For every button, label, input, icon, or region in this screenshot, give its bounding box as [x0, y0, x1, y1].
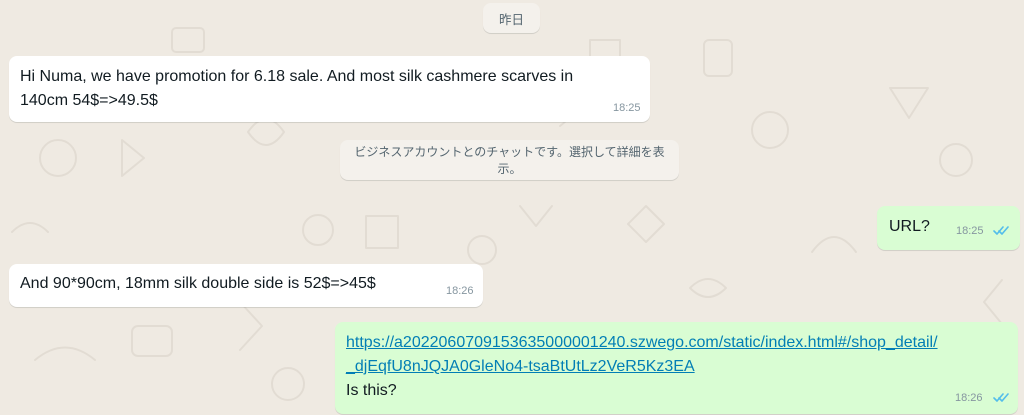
message-timestamp: 18:25 — [613, 102, 641, 114]
outgoing-message-bubble[interactable]: https://a2022060709153635000001240.szweg… — [335, 322, 1018, 414]
double-check-icon — [993, 393, 1009, 402]
message-text: URL? — [889, 218, 930, 235]
shop-detail-link-continuation[interactable]: _djEqfU8nJQJA0GleNo4-tsaBtUtLz2VeR5Kz3EA — [346, 355, 695, 379]
incoming-message-bubble[interactable]: And 90*90cm, 18mm silk double side is 52… — [9, 264, 483, 307]
message-text: Is this? — [346, 382, 397, 399]
message-text-line: Hi Numa, we have promotion for 6.18 sale… — [20, 68, 574, 85]
incoming-message-bubble[interactable]: Hi Numa, we have promotion for 6.18 sale… — [9, 56, 650, 122]
message-text-line: 140cm 54$=>49.5$ — [20, 92, 158, 109]
message-timestamp: 18:26 — [446, 285, 474, 297]
date-divider: 昨日 — [483, 3, 540, 33]
shop-detail-link[interactable]: https://a2022060709153635000001240.szweg… — [346, 331, 938, 355]
business-account-notice[interactable]: ビジネスアカウントとのチャットです。選択して詳細を表示。 — [340, 140, 679, 180]
message-timestamp: 18:26 — [955, 392, 983, 404]
message-timestamp: 18:25 — [956, 225, 984, 237]
message-text: And 90*90cm, 18mm silk double side is 52… — [20, 275, 376, 292]
double-check-icon — [993, 226, 1009, 235]
outgoing-message-bubble[interactable]: URL? 18:25 — [877, 206, 1020, 250]
